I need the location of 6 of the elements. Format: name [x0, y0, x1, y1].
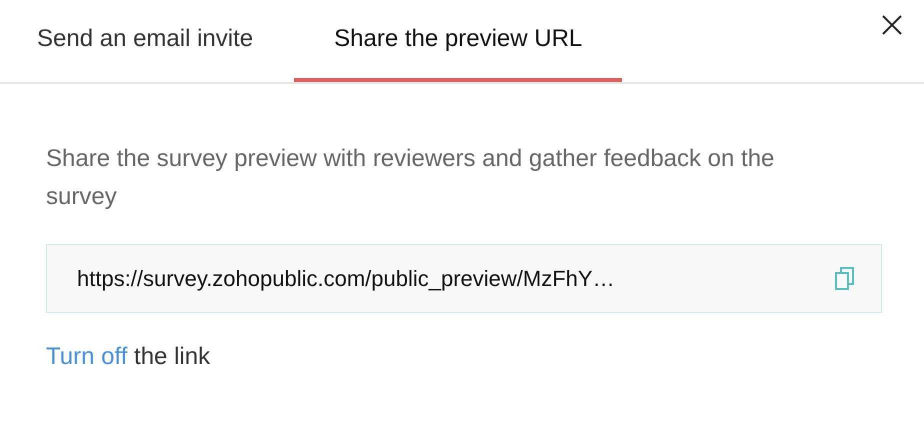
url-field[interactable]: https://survey.zohopublic.com/public_preview/MzFhY… — [46, 244, 882, 313]
description-text: Share the survey preview with reviewers and gather feedback on the survey — [46, 144, 776, 212]
tab[interactable]: Send an email invite — [0, 0, 290, 82]
tab[interactable]: Share the preview URL — [294, 0, 622, 82]
turn-off-sentence: Turn off the link — [46, 343, 212, 371]
close-icon[interactable] — [882, 15, 902, 35]
